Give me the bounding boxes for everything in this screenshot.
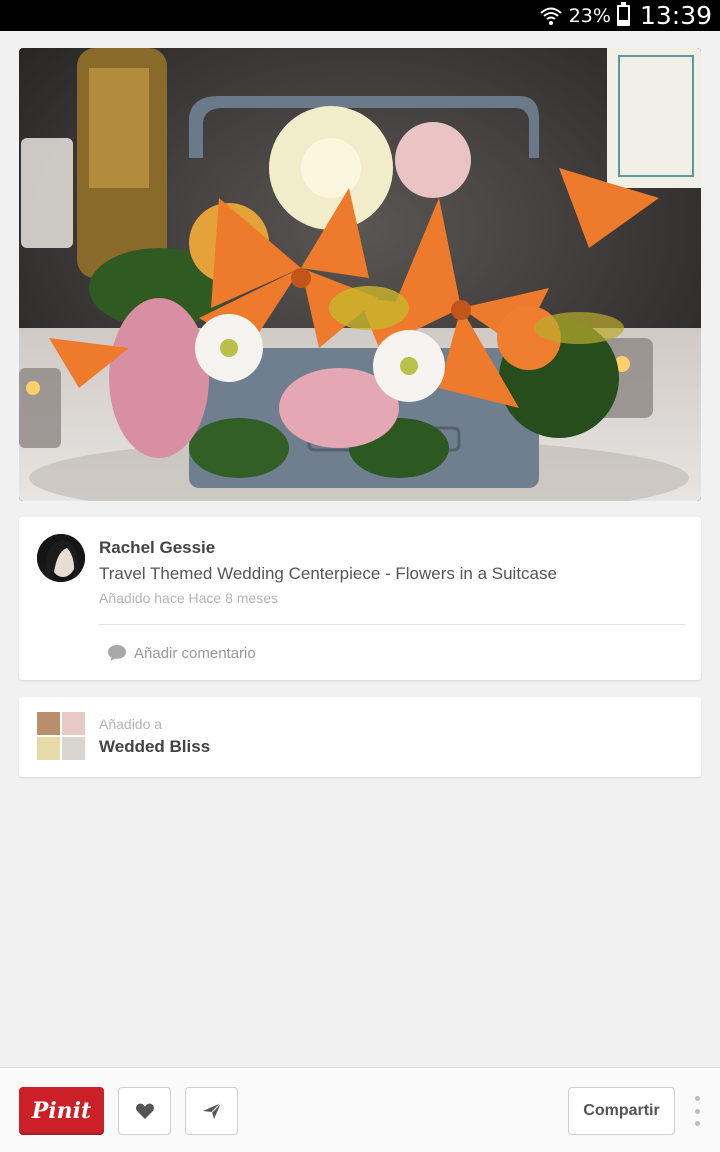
- board-name[interactable]: Wedded Bliss: [99, 737, 210, 757]
- like-button[interactable]: [118, 1087, 171, 1135]
- action-bar: Pinit Compartir: [0, 1067, 720, 1152]
- pinit-button[interactable]: Pinit: [19, 1087, 104, 1135]
- battery-percent: 23%: [568, 4, 611, 27]
- pin-image[interactable]: [19, 48, 701, 501]
- board-card[interactable]: Añadido a Wedded Bliss: [19, 697, 701, 777]
- speech-bubble-icon: [108, 645, 126, 661]
- pin-description: Travel Themed Wedding Centerpiece - Flow…: [99, 564, 557, 583]
- status-bar: 23% 13:39: [0, 0, 720, 31]
- pin-info-card: Rachel Gessie Travel Themed Wedding Cent…: [19, 517, 701, 680]
- add-comment-button[interactable]: Añadir comentario: [107, 641, 256, 665]
- send-icon: [202, 1102, 221, 1119]
- share-button[interactable]: Compartir: [568, 1087, 675, 1135]
- board-thumbnail: [37, 712, 85, 760]
- divider: [99, 624, 685, 625]
- add-comment-label: Añadir comentario: [134, 644, 256, 662]
- pinner-name[interactable]: Rachel Gessie: [99, 538, 215, 558]
- avatar[interactable]: [37, 534, 85, 582]
- more-vertical-icon[interactable]: [689, 1096, 705, 1126]
- heart-icon: [135, 1103, 154, 1119]
- board-added-label: Añadido a: [99, 716, 163, 732]
- clock: 13:39: [639, 1, 712, 30]
- wifi-icon: [540, 7, 562, 25]
- battery-icon: [616, 2, 630, 26]
- send-button[interactable]: [185, 1087, 238, 1135]
- pin-added-time: Añadido hace Hace 8 meses: [99, 590, 278, 606]
- flower-centerpiece-photo: [19, 48, 701, 501]
